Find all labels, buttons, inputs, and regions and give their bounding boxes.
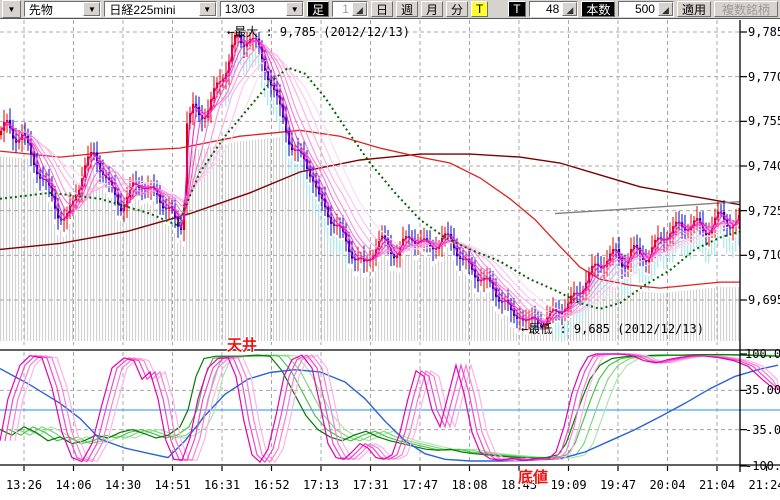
price-tick-label: 9,710 <box>748 248 780 262</box>
time-tick-label: 17:31 <box>352 478 388 492</box>
period-minute-button[interactable]: 分 <box>446 1 468 17</box>
time-tick-label: 16:31 <box>204 478 240 492</box>
price-tick-label: 9,695 <box>748 293 780 307</box>
period-week-button[interactable]: 週 <box>396 1 418 17</box>
toolbar: ▼ 先物 ▼ 日経225mini ▼ 13/03 ▼ 足 1 ◢ 日 週 月 分… <box>0 0 780 19</box>
period-day-button[interactable]: 日 <box>371 1 393 17</box>
bar-count-toggle-button[interactable]: 本数 <box>581 1 615 17</box>
time-tick-label: 19:47 <box>600 478 636 492</box>
apply-button[interactable]: 適用 <box>677 1 711 17</box>
oscillator-tick-label: -35.00 <box>745 423 780 437</box>
rci-slow-line <box>27 355 779 459</box>
bar-count-stepper[interactable]: 500 ◢ <box>618 1 674 17</box>
time-tick-label: 17:47 <box>402 478 438 492</box>
period-tick-button[interactable]: T <box>471 1 488 17</box>
market-select-value: 先物 <box>25 2 84 16</box>
time-tick-label: 21:04 <box>699 478 735 492</box>
chevron-down-icon[interactable]: ▼ <box>199 2 216 16</box>
tick-count-stepper[interactable]: 48 ◢ <box>529 1 579 17</box>
tick-mode-button[interactable]: T <box>508 1 525 17</box>
price-tick-label: 9,725 <box>748 204 780 218</box>
spinner-icon[interactable]: ◢ <box>658 2 673 16</box>
rci-slow-line <box>9 355 779 459</box>
bar-count-value: 500 <box>619 2 658 16</box>
oscillator-tick-label: -100.00 <box>745 459 780 473</box>
contract-month-select[interactable]: 13/03 ▼ <box>220 1 304 17</box>
chevron-down-icon[interactable]: ▼ <box>83 2 100 16</box>
toolbar-dropdown-button[interactable]: ▼ <box>2 0 21 18</box>
time-tick-label: 13:26 <box>6 478 42 492</box>
oscillator-tick-label: 100.00 <box>745 347 780 361</box>
symbol-select[interactable]: 日経225mini ▼ <box>104 1 216 17</box>
rci-fast-line <box>15 354 779 462</box>
market-select[interactable]: 先物 ▼ <box>24 1 102 17</box>
tick-count-value: 48 <box>530 2 563 16</box>
rci-mid-line <box>0 365 778 461</box>
price-tick-label: 9,740 <box>748 159 780 173</box>
multi-symbol-button[interactable]: 複数銘柄 <box>714 1 778 17</box>
time-tick-label: 16:52 <box>253 478 289 492</box>
price-chart[interactable] <box>0 0 780 500</box>
time-tick-label: 14:51 <box>154 478 190 492</box>
time-tick-label: 19:09 <box>550 478 586 492</box>
chevron-down-icon[interactable]: ▼ <box>286 2 303 16</box>
bottom-annotation: 底値 <box>518 466 548 487</box>
ashi-toggle-button[interactable]: 足 <box>307 1 329 17</box>
time-tick-label: 14:06 <box>55 478 91 492</box>
oscillator-tick-label: 35.00 <box>745 383 780 397</box>
price-tick-label: 9,785 <box>748 25 780 39</box>
min-price-annotation: ←最低 : 9,685 (2012/12/13) <box>521 320 704 337</box>
ceiling-annotation: 天井 <box>227 334 257 355</box>
charting-app-window: { "toolbar": { "dropdown_icon": "▼", "co… <box>0 0 780 500</box>
trend-line <box>555 202 740 214</box>
time-tick-label: 21:24 <box>748 478 780 492</box>
interval-value: 1 <box>333 2 352 16</box>
price-tick-label: 9,755 <box>748 114 780 128</box>
rci-fast-line <box>10 354 779 462</box>
time-tick-label: 14:30 <box>105 478 141 492</box>
symbol-select-value: 日経225mini <box>105 2 198 16</box>
chevron-down-icon: ▼ <box>7 5 15 14</box>
period-month-button[interactable]: 月 <box>421 1 443 17</box>
contract-month-value: 13/03 <box>221 2 286 16</box>
max-price-annotation: ←最大 : 9,785 (2012/12/13) <box>227 23 410 40</box>
spinner-icon[interactable]: ◢ <box>352 2 367 16</box>
interval-stepper[interactable]: 1 ◢ <box>332 1 368 17</box>
time-tick-label: 17:13 <box>303 478 339 492</box>
spinner-icon[interactable]: ◢ <box>562 2 577 16</box>
price-tick-label: 9,770 <box>748 70 780 84</box>
time-tick-label: 20:04 <box>649 478 685 492</box>
time-tick-label: 18:08 <box>451 478 487 492</box>
